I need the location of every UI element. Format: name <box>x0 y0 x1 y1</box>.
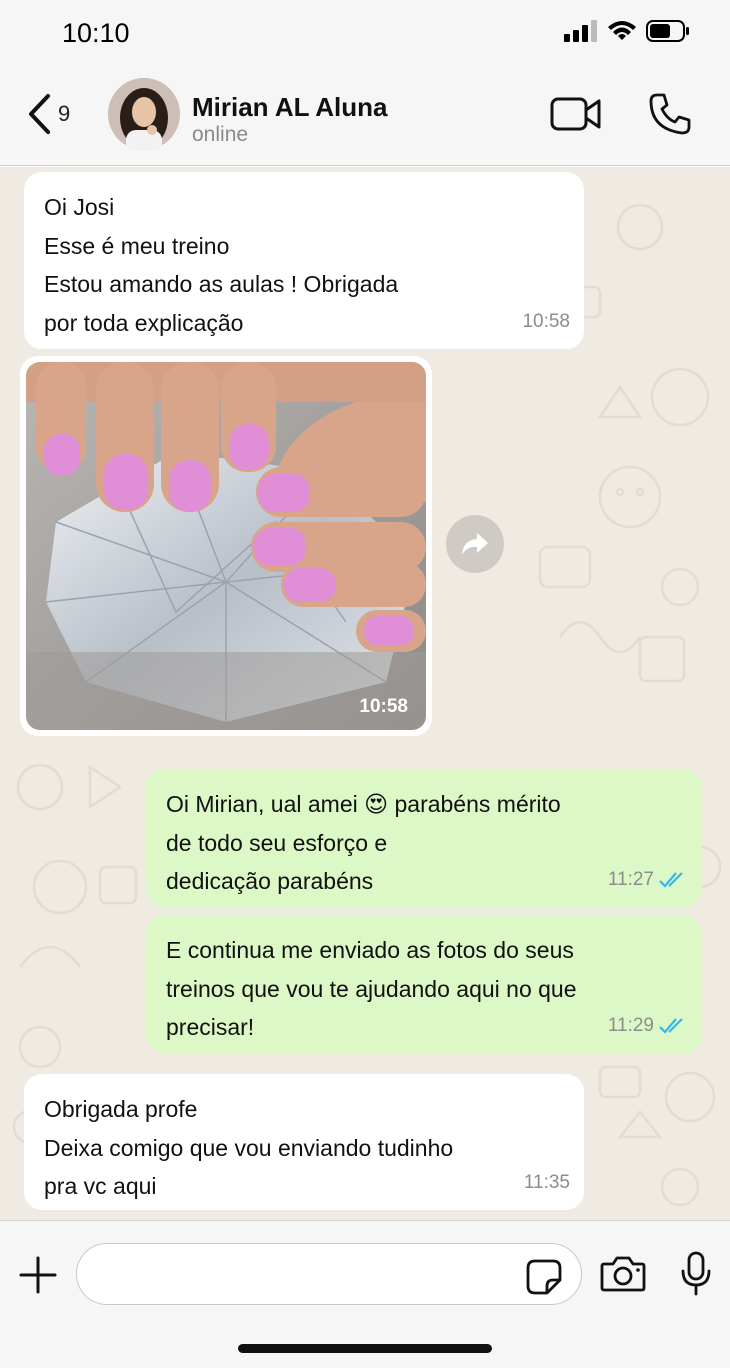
read-receipt-icon <box>659 871 683 888</box>
status-icons <box>564 20 690 42</box>
message-bubble-outgoing[interactable]: E continua me enviado as fotos do seus t… <box>146 915 702 1053</box>
chat-header: 9 Mirian AL Aluna online <box>0 66 730 166</box>
message-line: Esse é meu treino <box>44 232 230 259</box>
message-time: 11:27 <box>608 861 688 900</box>
message-line: Obrigada profe <box>44 1096 198 1122</box>
message-line: de todo seu esforço e <box>166 829 388 856</box>
photo-pink-nails[interactable]: 10:58 <box>26 362 426 730</box>
home-indicator <box>238 1344 492 1353</box>
signal-icon <box>564 20 597 42</box>
plus-icon <box>19 1256 57 1294</box>
message-time: 11:35 <box>523 1171 570 1193</box>
forward-icon <box>462 533 488 555</box>
wifi-icon <box>608 21 636 40</box>
message-time: 11:29 <box>608 1007 688 1046</box>
battery-icon <box>646 20 689 42</box>
phone-icon <box>649 93 691 135</box>
message-bubble-outgoing[interactable]: Oi Mirian, ual amei 😍 parabéns mérito de… <box>146 769 702 907</box>
message-line: dedicação parabéns <box>166 868 374 894</box>
message-bubble-incoming[interactable]: Obrigada profe Deixa comigo que vou envi… <box>24 1074 584 1210</box>
status-time: 10:10 <box>62 18 130 48</box>
attach-button[interactable] <box>18 1255 58 1300</box>
status-bar: 10:10 <box>0 0 730 66</box>
message-input-wrapper <box>76 1243 582 1305</box>
mic-icon <box>681 1251 711 1296</box>
message-line: precisar! <box>166 1014 255 1040</box>
message-time: 10:58 <box>522 310 570 332</box>
video-call-button[interactable] <box>550 96 602 137</box>
camera-button[interactable] <box>600 1255 646 1298</box>
unread-count: 9 <box>58 101 71 126</box>
camera-icon <box>600 1256 646 1292</box>
message-line: Estou amando as aulas ! Obrigada <box>44 271 399 297</box>
mic-button[interactable] <box>680 1251 712 1302</box>
message-line: treinos que vou te ajudando aqui no que <box>166 975 577 1002</box>
avatar[interactable] <box>108 78 180 150</box>
sticker-icon <box>526 1259 562 1295</box>
chat-area[interactable]: Oi Josi Esse é meu treino Estou amando a… <box>0 167 730 1220</box>
read-receipt-icon <box>659 1017 683 1034</box>
image-message[interactable]: 10:58 <box>20 356 432 736</box>
message-line: por toda explicação <box>44 309 244 336</box>
forward-button[interactable] <box>446 515 504 573</box>
image-time: 10:58 <box>359 696 408 717</box>
message-line: pra vc aqui <box>44 1173 157 1199</box>
sticker-button[interactable] <box>525 1258 563 1301</box>
back-chevron-icon <box>29 94 50 134</box>
message-line: Deixa comigo que vou enviando tudinho <box>44 1134 454 1161</box>
voice-call-button[interactable] <box>648 92 692 141</box>
message-line: E continua me enviado as fotos do seus <box>166 937 574 963</box>
contact-name[interactable]: Mirian AL Aluna <box>192 92 388 123</box>
message-line: Oi Mirian, ual amei 😍 parabéns mérito <box>166 791 561 817</box>
contact-status: online <box>192 123 249 146</box>
composer-bar <box>0 1220 730 1368</box>
back-button[interactable]: 9 <box>26 92 70 136</box>
message-input[interactable] <box>99 1244 529 1302</box>
message-bubble-incoming[interactable]: Oi Josi Esse é meu treino Estou amando a… <box>24 172 584 349</box>
video-call-icon <box>550 97 601 131</box>
message-line: Oi Josi <box>44 194 115 220</box>
